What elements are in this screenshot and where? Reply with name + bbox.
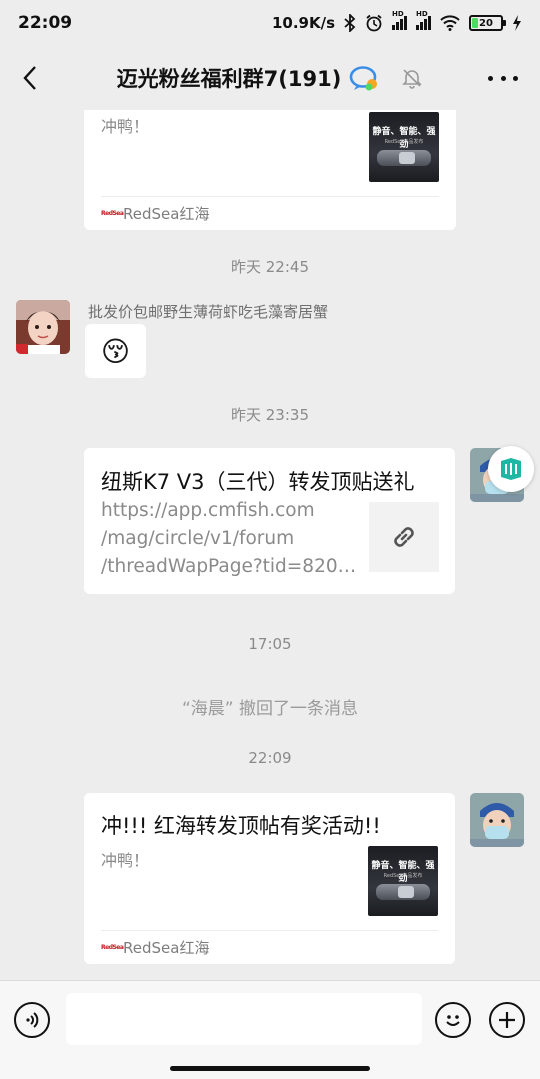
- sim2-signal-icon: HD: [416, 10, 431, 30]
- voice-button[interactable]: [14, 1002, 50, 1038]
- more-icon-dot: [500, 75, 506, 81]
- status-time: 22:09: [18, 13, 73, 33]
- link-url-line-3: /threadWapPage?tid=820…: [101, 556, 357, 577]
- chat-bubble-icon: [350, 66, 378, 91]
- card-source: RedSea RedSea红海: [101, 205, 210, 223]
- card-thumbnail: 静音、智能、强劲 RedSea产品发布: [369, 112, 439, 182]
- emoji-button[interactable]: [435, 1002, 471, 1038]
- charging-icon: [513, 15, 521, 31]
- more-button[interactable]: [488, 66, 518, 90]
- link-message-card[interactable]: 纽斯K7 V3（三代）转发顶贴送礼 https://app.cmfish.com…: [84, 448, 455, 594]
- link-thumbnail: [369, 502, 439, 572]
- alarm-icon: [366, 14, 382, 32]
- bluetooth-icon: [344, 14, 356, 32]
- timestamp: 昨天 23:35: [231, 406, 309, 424]
- plus-button[interactable]: [489, 1002, 525, 1038]
- more-icon-dot: [488, 75, 493, 81]
- status-bar: 22:09 10.9K/s HD HD 20: [0, 0, 540, 46]
- recall-notice: “海晨” 撤回了一条消息: [181, 699, 359, 719]
- timestamp: 昨天 22:45: [231, 258, 309, 276]
- battery-percent: 20: [479, 17, 493, 29]
- emoji-message-bubble[interactable]: 😚: [85, 324, 146, 378]
- my-avatar[interactable]: [470, 793, 524, 847]
- link-url-line-2: /mag/circle/v1/forum: [101, 528, 295, 549]
- card-description: 冲鸭！: [101, 851, 150, 870]
- link-title: 纽斯K7 V3（三代）转发顶贴送礼: [101, 470, 415, 494]
- more-icon-dot: [513, 75, 518, 81]
- redsea-logo-icon: RedSea: [101, 943, 124, 951]
- message-input[interactable]: [66, 993, 422, 1045]
- chat-header: 迈光粉丝福利群7(191): [0, 46, 540, 110]
- home-indicator[interactable]: [170, 1066, 370, 1071]
- mini-program-float-button[interactable]: [488, 446, 534, 492]
- emoji-icon: [446, 1015, 460, 1026]
- net-speed: 10.9K/s: [271, 14, 335, 32]
- back-arrow-icon: [23, 66, 36, 90]
- plus-icon: [499, 1012, 515, 1028]
- message-list[interactable]: 冲鸭！ 静音、智能、强劲 RedSea产品发布 RedSea RedSea红海 …: [0, 110, 540, 980]
- wifi-icon: [440, 15, 460, 31]
- bell-mute-icon: [402, 69, 423, 89]
- card-title: 冲!!! 红海转发顶帖有奖活动!!: [101, 814, 381, 838]
- link-icon: [394, 527, 414, 547]
- voice-icon: [26, 1012, 39, 1028]
- mini-program-card-top[interactable]: 冲鸭！ 静音、智能、强劲 RedSea产品发布 RedSea RedSea红海: [84, 110, 456, 230]
- card-thumbnail: 静音、智能、强劲 RedSea产品发布: [368, 846, 438, 916]
- back-button[interactable]: [14, 62, 46, 94]
- input-bar: [0, 980, 540, 1079]
- card-source: RedSea RedSea红海: [101, 939, 210, 957]
- card-description: 冲鸭！: [101, 117, 150, 136]
- avatar[interactable]: [16, 300, 70, 354]
- sender-name: 批发价包邮野生薄荷虾吃毛藻寄居蟹: [88, 303, 329, 321]
- sim1-signal-icon: HD: [392, 10, 407, 30]
- timestamp: 17:05: [248, 635, 292, 653]
- link-url-line-1: https://app.cmfish.com: [101, 500, 315, 521]
- timestamp: 22:09: [248, 749, 292, 767]
- chat-title: 迈光粉丝福利群7(191): [116, 67, 342, 91]
- battery-icon: 20: [469, 15, 506, 31]
- sticker-emoji: 😚: [100, 334, 131, 368]
- mini-program-card-bottom[interactable]: 冲!!! 红海转发顶帖有奖活动!! 冲鸭！ 静音、智能、强劲 RedSea产品发…: [84, 793, 455, 964]
- mini-program-icon: [501, 458, 521, 480]
- redsea-logo-icon: RedSea: [101, 209, 124, 217]
- status-icons: 10.9K/s HD HD 20: [271, 10, 522, 32]
